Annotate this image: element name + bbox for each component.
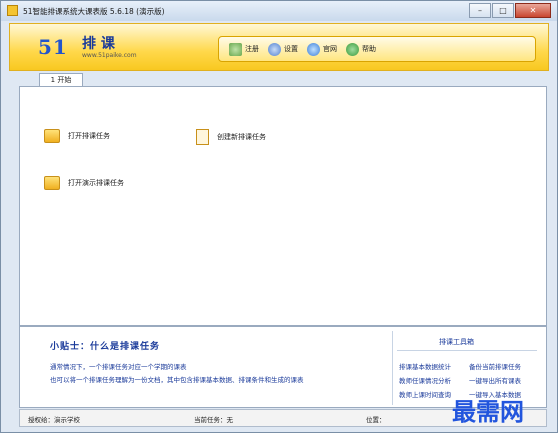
help-button[interactable]: 帮助 — [346, 42, 376, 56]
tool-link-time-query[interactable]: 教师上课时间查询 — [399, 389, 451, 399]
new-task-label: 创建新排课任务 — [217, 133, 266, 141]
tips-title: 小贴士：什么是排课任务 — [50, 342, 161, 352]
gear-icon — [268, 42, 281, 56]
tab-start[interactable]: 1 开始 — [39, 73, 83, 87]
status-position: 位置： — [366, 416, 386, 424]
tool-link-teacher-analysis[interactable]: 教师任课情况分析 — [399, 375, 451, 385]
tool-link-stats[interactable]: 排课基本数据统计 — [399, 361, 451, 371]
open-demo-label: 打开演示排课任务 — [68, 179, 124, 187]
settings-label: 设置 — [284, 45, 298, 53]
tips-line-2: 也可以将一个排课任务理解为一份文档，其中包含排课基本数据、排课条件和生成的课表 — [50, 376, 304, 384]
title-bar[interactable]: 51智能排课系统大课表版 5.6.18 (演示版) – □ ✕ — [1, 1, 557, 21]
new-task-action[interactable]: 创建新排课任务 — [196, 129, 266, 145]
toolbox-divider — [397, 350, 537, 351]
open-task-action[interactable]: 打开排课任务 — [44, 129, 110, 143]
app-header: 51 排 课 www.51paike.com 注册 设置 官网 帮助 — [9, 23, 549, 71]
minimize-button[interactable]: – — [469, 3, 491, 18]
app-icon — [7, 5, 18, 16]
status-license: 授权给：演示学校 — [28, 416, 80, 424]
tips-line-1: 通常情况下，一个排课任务对应一个学期的课表 — [50, 363, 187, 371]
toolbox-title: 排课工具箱 — [439, 338, 474, 346]
open-task-label: 打开排课任务 — [68, 132, 110, 140]
register-button[interactable]: 注册 — [229, 42, 259, 56]
app-window: 51智能排课系统大课表版 5.6.18 (演示版) – □ ✕ 51 排 课 w… — [0, 0, 558, 433]
tab-bar: 1 开始 — [9, 71, 549, 87]
open-folder-icon — [44, 129, 60, 143]
window-controls: – □ ✕ — [468, 3, 551, 18]
watermark-logo: 最需网 — [452, 397, 524, 426]
tool-link-backup[interactable]: 备份当前排课任务 — [469, 361, 521, 371]
help-label: 帮助 — [362, 45, 376, 53]
tool-link-export[interactable]: 一键导出所有课表 — [469, 375, 521, 385]
logo-number: 51 — [38, 35, 68, 59]
logo-title: 排 课 — [82, 36, 115, 52]
status-current-task: 当前任务：无 — [194, 416, 233, 424]
register-pen-icon — [229, 42, 242, 56]
register-label: 注册 — [245, 45, 259, 53]
demo-folder-icon — [44, 176, 60, 190]
window-title: 51智能排课系统大课表版 5.6.18 (演示版) — [23, 7, 165, 16]
globe-icon — [307, 42, 320, 56]
start-panel: 打开排课任务 创建新排课任务 打开演示排课任务 — [19, 86, 547, 326]
maximize-button[interactable]: □ — [492, 3, 514, 18]
logo-url: www.51paike.com — [82, 52, 137, 59]
new-document-icon — [196, 129, 209, 145]
settings-button[interactable]: 设置 — [268, 42, 298, 56]
header-toolbar: 注册 设置 官网 帮助 — [218, 36, 536, 62]
website-button[interactable]: 官网 — [307, 42, 337, 56]
website-label: 官网 — [323, 45, 337, 53]
open-demo-action[interactable]: 打开演示排课任务 — [44, 176, 124, 190]
help-icon — [346, 42, 359, 56]
close-button[interactable]: ✕ — [515, 3, 551, 18]
